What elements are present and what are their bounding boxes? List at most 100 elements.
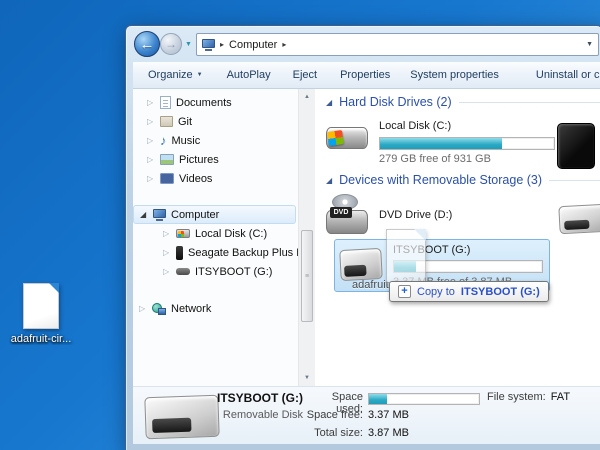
expand-arrow-icon[interactable]: ▷ <box>163 267 171 276</box>
autoplay-button[interactable]: AutoPlay <box>227 69 271 81</box>
git-folder-icon <box>160 116 173 127</box>
expand-arrow-icon[interactable]: ▷ <box>147 98 155 107</box>
file-icon <box>23 283 59 329</box>
uninstall-button[interactable]: Uninstall or ch <box>536 69 600 81</box>
tooltip-action: Copy to <box>417 286 455 298</box>
space-free-label: Space free: <box>303 409 363 421</box>
drive-tile-dvd[interactable]: DVD DVD Drive (D:) <box>326 194 546 238</box>
drag-ghost-label: adafruit <box>352 279 389 291</box>
forward-button[interactable]: → <box>160 33 182 55</box>
group-header-removable[interactable]: ◢ Devices with Removable Storage (3) <box>326 173 600 187</box>
capacity-bar <box>379 137 555 150</box>
breadcrumb-computer[interactable]: Computer <box>229 39 277 51</box>
group-divider <box>459 102 600 103</box>
drive-name: DVD Drive (D:) <box>379 209 452 221</box>
collapse-arrow-icon: ◢ <box>326 98 332 107</box>
breadcrumb-separator-icon: ▸ <box>220 40 224 49</box>
collapse-arrow-icon[interactable]: ◢ <box>140 210 148 219</box>
removable-drive-icon <box>176 268 190 275</box>
expand-arrow-icon[interactable]: ▷ <box>139 304 147 313</box>
nav-scrollbar[interactable]: ▲ ≡ ▼ <box>298 89 315 386</box>
videos-icon <box>160 173 174 184</box>
scroll-up-icon[interactable]: ▲ <box>299 89 315 105</box>
details-drive-type: Removable Disk <box>193 409 303 421</box>
properties-button[interactable]: Properties <box>340 69 390 81</box>
pictures-icon <box>160 154 174 165</box>
total-size-value: 3.87 MB <box>368 427 409 439</box>
chevron-down-icon: ▼ <box>185 41 192 48</box>
group-header-hard-disks[interactable]: ◢ Hard Disk Drives (2) <box>326 95 600 109</box>
sidebar-label: Pictures <box>179 154 219 166</box>
tree-separator <box>133 188 298 205</box>
expand-arrow-icon[interactable]: ▷ <box>147 174 155 183</box>
removable-drive-icon <box>339 248 383 281</box>
group-title: Devices with Removable Storage (3) <box>339 173 542 187</box>
sidebar-item-videos[interactable]: ▷ Videos <box>133 169 298 188</box>
expand-arrow-icon[interactable]: ▷ <box>163 229 171 238</box>
scrollbar-thumb[interactable]: ≡ <box>301 230 313 322</box>
address-bar[interactable]: ▸ Computer ▸ ▼ <box>196 33 599 56</box>
sidebar-item-computer[interactable]: ◢ Computer <box>133 205 296 224</box>
capacity-fill <box>380 138 502 149</box>
removable-drive-icon-cutoff[interactable] <box>558 204 600 234</box>
plus-icon: + <box>398 285 411 298</box>
sidebar-label: ITSYBOOT (G:) <box>195 266 272 278</box>
expand-arrow-icon[interactable]: ▷ <box>147 155 155 164</box>
grip-icon: ≡ <box>305 273 309 280</box>
sidebar-item-network[interactable]: ▷ Network <box>133 299 298 318</box>
expand-arrow-icon[interactable]: ▷ <box>163 248 171 257</box>
drive-name: Local Disk (C:) <box>379 120 451 132</box>
sidebar-label: Computer <box>171 209 219 221</box>
music-note-icon: ♪ <box>160 134 167 147</box>
sidebar-label: Git <box>178 116 192 128</box>
files-pane: ◢ Hard Disk Drives (2) Local Disk (C:) 2… <box>316 89 600 386</box>
sidebar-item-pictures[interactable]: ▷ Pictures <box>133 150 298 169</box>
file-system-value: FAT <box>551 391 570 403</box>
sidebar-label: Videos <box>179 173 212 185</box>
drag-ghost-file-icon <box>386 229 426 283</box>
expand-arrow-icon[interactable]: ▷ <box>147 136 155 145</box>
network-icon <box>152 303 166 315</box>
sidebar-item-documents[interactable]: ▷ Documents <box>133 93 298 112</box>
sidebar-item-seagate[interactable]: ▷ Seagate Backup Plus Drive <box>133 243 298 262</box>
drive-tile-local-disk[interactable]: Local Disk (C:) 279 GB free of 931 GB <box>326 119 576 165</box>
eject-button[interactable]: Eject <box>293 69 317 81</box>
space-free-value: 3.37 MB <box>368 409 409 421</box>
navigation-pane: ▷ Documents ▷ Git ▷ ♪ Music ▷ Pictures ▷ <box>133 89 298 386</box>
system-properties-button[interactable]: System properties <box>410 69 499 81</box>
drag-copy-tooltip: + Copy to ITSYBOOT (G:) <box>389 281 549 302</box>
desktop-file-adafruit[interactable]: adafruit-cir... <box>6 283 76 345</box>
hard-drive-icon <box>326 123 368 153</box>
tooltip-target: ITSYBOOT (G:) <box>461 286 540 298</box>
back-button[interactable]: ← <box>134 31 160 57</box>
local-disk-icon <box>176 229 190 238</box>
details-drive-name: ITSYBOOT (G:) <box>193 391 303 405</box>
drive-free-space: 279 GB free of 931 GB <box>379 153 491 165</box>
sidebar-label: Music <box>172 135 201 147</box>
scroll-down-icon[interactable]: ▼ <box>299 370 315 386</box>
sidebar-item-git[interactable]: ▷ Git <box>133 112 298 131</box>
sidebar-item-music[interactable]: ▷ ♪ Music <box>133 131 298 150</box>
computer-icon <box>153 209 166 220</box>
recent-pages-dropdown[interactable]: ▼ <box>185 41 192 48</box>
sidebar-label: Network <box>171 303 211 315</box>
documents-icon <box>160 96 171 109</box>
computer-icon <box>202 39 215 50</box>
breadcrumb-separator-icon[interactable]: ▸ <box>282 40 286 49</box>
sidebar-label: Local Disk (C:) <box>195 228 267 240</box>
desktop: { "glyphs": { "back": "←", "forward": "→… <box>0 0 600 450</box>
collapse-arrow-icon: ◢ <box>326 176 332 185</box>
sidebar-label: Documents <box>176 97 232 109</box>
expand-arrow-icon[interactable]: ▷ <box>147 117 155 126</box>
sidebar-item-itsyboot[interactable]: ▷ ITSYBOOT (G:) <box>133 262 298 281</box>
group-divider <box>549 180 600 181</box>
space-used-bar <box>368 393 480 405</box>
address-dropdown-icon[interactable]: ▼ <box>586 41 593 48</box>
organize-button[interactable]: Organize ▼ <box>148 69 203 81</box>
external-drive-icon-cutoff[interactable] <box>557 123 595 169</box>
command-toolbar: Organize ▼ AutoPlay Eject Properties Sys… <box>133 62 600 89</box>
sidebar-item-local-disk[interactable]: ▷ Local Disk (C:) <box>133 224 298 243</box>
space-used-fill <box>369 394 387 404</box>
chevron-down-icon: ▼ <box>197 72 203 78</box>
file-system-label: File system: <box>487 391 546 403</box>
